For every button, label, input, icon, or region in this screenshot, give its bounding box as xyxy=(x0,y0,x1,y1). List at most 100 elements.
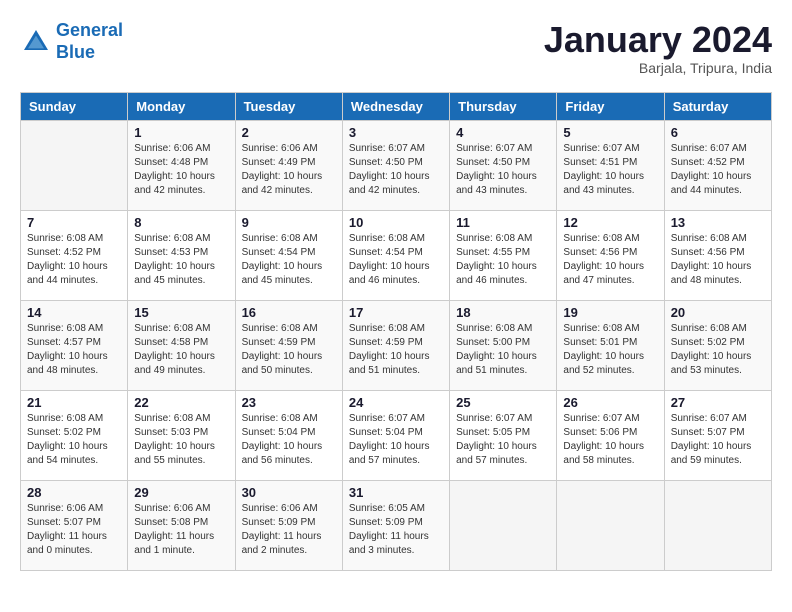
day-number: 1 xyxy=(134,125,228,140)
day-info: Sunrise: 6:08 AM Sunset: 4:57 PM Dayligh… xyxy=(27,322,121,378)
calendar-cell: 30Sunrise: 6:06 AM Sunset: 5:09 PM Dayli… xyxy=(235,480,342,570)
day-number: 15 xyxy=(134,305,228,320)
day-number: 24 xyxy=(349,395,443,410)
day-number: 28 xyxy=(27,485,121,500)
calendar-cell xyxy=(450,480,557,570)
calendar-week-row: 1 Sunrise: 6:06 AM Sunset: 4:48 PM Daylig… xyxy=(21,120,772,210)
day-number: 26 xyxy=(563,395,657,410)
logo-line1: General xyxy=(56,20,123,40)
calendar-week-row: 14 Sunrise: 6:08 AM Sunset: 4:57 PM Dayli… xyxy=(21,300,772,390)
calendar-cell: 23Sunrise: 6:08 AM Sunset: 5:04 PM Dayli… xyxy=(235,390,342,480)
calendar-week-row: 28 Sunrise: 6:06 AM Sunset: 5:07 PM Dayli… xyxy=(21,480,772,570)
day-info: Sunrise: 6:06 AM Sunset: 5:08 PM Dayligh… xyxy=(134,502,228,558)
day-number: 21 xyxy=(27,395,121,410)
day-number: 29 xyxy=(134,485,228,500)
calendar-cell: 22 Sunrise: 6:08 AM Sunset: 5:03 PM Dayli… xyxy=(128,390,235,480)
calendar-cell: 10 Sunrise: 6:08 AM Sunset: 4:54 PM Dayli… xyxy=(342,210,449,300)
day-number: 14 xyxy=(27,305,121,320)
calendar-cell: 14 Sunrise: 6:08 AM Sunset: 4:57 PM Dayli… xyxy=(21,300,128,390)
day-number: 11 xyxy=(456,215,550,230)
day-info: Sunrise: 6:07 AM Sunset: 5:05 PM Dayligh… xyxy=(456,412,550,468)
page-header: General Blue January 2024 Barjala, Tripu… xyxy=(20,20,772,76)
column-header-friday: Friday xyxy=(557,92,664,120)
logo-text: General Blue xyxy=(56,20,123,63)
logo-line2: Blue xyxy=(56,42,95,62)
day-info: Sunrise: 6:06 AM Sunset: 5:09 PM Dayligh… xyxy=(242,502,336,558)
day-number: 19 xyxy=(563,305,657,320)
calendar-cell: 19 Sunrise: 6:08 AM Sunset: 5:01 PM Dayli… xyxy=(557,300,664,390)
logo-icon xyxy=(20,26,52,58)
day-info: Sunrise: 6:06 AM Sunset: 4:49 PM Dayligh… xyxy=(242,142,336,198)
calendar-cell: 16Sunrise: 6:08 AM Sunset: 4:59 PM Dayli… xyxy=(235,300,342,390)
calendar-cell: 6 Sunrise: 6:07 AM Sunset: 4:52 PM Daylig… xyxy=(664,120,771,210)
day-number: 25 xyxy=(456,395,550,410)
day-info: Sunrise: 6:08 AM Sunset: 5:04 PM Dayligh… xyxy=(242,412,336,468)
calendar-cell: 9Sunrise: 6:08 AM Sunset: 4:54 PM Daylig… xyxy=(235,210,342,300)
column-header-wednesday: Wednesday xyxy=(342,92,449,120)
day-info: Sunrise: 6:08 AM Sunset: 5:01 PM Dayligh… xyxy=(563,322,657,378)
day-number: 20 xyxy=(671,305,765,320)
day-number: 6 xyxy=(671,125,765,140)
calendar-cell: 29 Sunrise: 6:06 AM Sunset: 5:08 PM Dayli… xyxy=(128,480,235,570)
calendar-cell: 18 Sunrise: 6:08 AM Sunset: 5:00 PM Dayli… xyxy=(450,300,557,390)
day-info: Sunrise: 6:07 AM Sunset: 4:50 PM Dayligh… xyxy=(349,142,443,198)
calendar-cell: 15Sunrise: 6:08 AM Sunset: 4:58 PM Dayli… xyxy=(128,300,235,390)
day-info: Sunrise: 6:07 AM Sunset: 5:07 PM Dayligh… xyxy=(671,412,765,468)
day-info: Sunrise: 6:07 AM Sunset: 4:52 PM Dayligh… xyxy=(671,142,765,198)
calendar-cell: 12 Sunrise: 6:08 AM Sunset: 4:56 PM Dayli… xyxy=(557,210,664,300)
calendar-cell: 20 Sunrise: 6:08 AM Sunset: 5:02 PM Dayli… xyxy=(664,300,771,390)
day-number: 5 xyxy=(563,125,657,140)
day-info: Sunrise: 6:08 AM Sunset: 5:02 PM Dayligh… xyxy=(671,322,765,378)
day-info: Sunrise: 6:08 AM Sunset: 5:00 PM Dayligh… xyxy=(456,322,550,378)
calendar-cell: 17 Sunrise: 6:08 AM Sunset: 4:59 PM Dayli… xyxy=(342,300,449,390)
month-title: January 2024 xyxy=(544,20,772,60)
calendar-cell: 24Sunrise: 6:07 AM Sunset: 5:04 PM Dayli… xyxy=(342,390,449,480)
day-number: 8 xyxy=(134,215,228,230)
calendar-cell: 8 Sunrise: 6:08 AM Sunset: 4:53 PM Daylig… xyxy=(128,210,235,300)
column-header-tuesday: Tuesday xyxy=(235,92,342,120)
calendar-week-row: 7 Sunrise: 6:08 AM Sunset: 4:52 PM Daylig… xyxy=(21,210,772,300)
day-number: 2 xyxy=(242,125,336,140)
calendar-cell: 28 Sunrise: 6:06 AM Sunset: 5:07 PM Dayli… xyxy=(21,480,128,570)
day-number: 16 xyxy=(242,305,336,320)
calendar-cell: 25 Sunrise: 6:07 AM Sunset: 5:05 PM Dayli… xyxy=(450,390,557,480)
calendar-cell: 5Sunrise: 6:07 AM Sunset: 4:51 PM Daylig… xyxy=(557,120,664,210)
day-info: Sunrise: 6:08 AM Sunset: 5:03 PM Dayligh… xyxy=(134,412,228,468)
day-number: 12 xyxy=(563,215,657,230)
day-info: Sunrise: 6:08 AM Sunset: 4:56 PM Dayligh… xyxy=(563,232,657,288)
calendar-cell: 27Sunrise: 6:07 AM Sunset: 5:07 PM Dayli… xyxy=(664,390,771,480)
column-header-monday: Monday xyxy=(128,92,235,120)
day-info: Sunrise: 6:08 AM Sunset: 4:52 PM Dayligh… xyxy=(27,232,121,288)
logo: General Blue xyxy=(20,20,123,63)
calendar-cell: 7 Sunrise: 6:08 AM Sunset: 4:52 PM Daylig… xyxy=(21,210,128,300)
calendar-cell: 26 Sunrise: 6:07 AM Sunset: 5:06 PM Dayli… xyxy=(557,390,664,480)
day-number: 18 xyxy=(456,305,550,320)
day-number: 13 xyxy=(671,215,765,230)
day-info: Sunrise: 6:08 AM Sunset: 4:53 PM Dayligh… xyxy=(134,232,228,288)
day-number: 22 xyxy=(134,395,228,410)
calendar-cell: 11Sunrise: 6:08 AM Sunset: 4:55 PM Dayli… xyxy=(450,210,557,300)
day-info: Sunrise: 6:06 AM Sunset: 4:48 PM Dayligh… xyxy=(134,142,228,198)
day-number: 7 xyxy=(27,215,121,230)
day-info: Sunrise: 6:08 AM Sunset: 4:56 PM Dayligh… xyxy=(671,232,765,288)
calendar-cell xyxy=(21,120,128,210)
calendar-cell xyxy=(664,480,771,570)
calendar-cell: 3 Sunrise: 6:07 AM Sunset: 4:50 PM Daylig… xyxy=(342,120,449,210)
day-number: 3 xyxy=(349,125,443,140)
column-header-thursday: Thursday xyxy=(450,92,557,120)
calendar-week-row: 21Sunrise: 6:08 AM Sunset: 5:02 PM Dayli… xyxy=(21,390,772,480)
calendar-cell: 31Sunrise: 6:05 AM Sunset: 5:09 PM Dayli… xyxy=(342,480,449,570)
day-info: Sunrise: 6:07 AM Sunset: 5:06 PM Dayligh… xyxy=(563,412,657,468)
column-header-sunday: Sunday xyxy=(21,92,128,120)
day-info: Sunrise: 6:05 AM Sunset: 5:09 PM Dayligh… xyxy=(349,502,443,558)
day-info: Sunrise: 6:06 AM Sunset: 5:07 PM Dayligh… xyxy=(27,502,121,558)
day-info: Sunrise: 6:08 AM Sunset: 4:54 PM Dayligh… xyxy=(349,232,443,288)
day-info: Sunrise: 6:08 AM Sunset: 4:59 PM Dayligh… xyxy=(349,322,443,378)
day-number: 10 xyxy=(349,215,443,230)
calendar-body: 1 Sunrise: 6:06 AM Sunset: 4:48 PM Daylig… xyxy=(21,120,772,570)
calendar-cell: 1 Sunrise: 6:06 AM Sunset: 4:48 PM Daylig… xyxy=(128,120,235,210)
location-subtitle: Barjala, Tripura, India xyxy=(544,60,772,76)
day-info: Sunrise: 6:07 AM Sunset: 4:50 PM Dayligh… xyxy=(456,142,550,198)
day-number: 17 xyxy=(349,305,443,320)
calendar-header-row: SundayMondayTuesdayWednesdayThursdayFrid… xyxy=(21,92,772,120)
